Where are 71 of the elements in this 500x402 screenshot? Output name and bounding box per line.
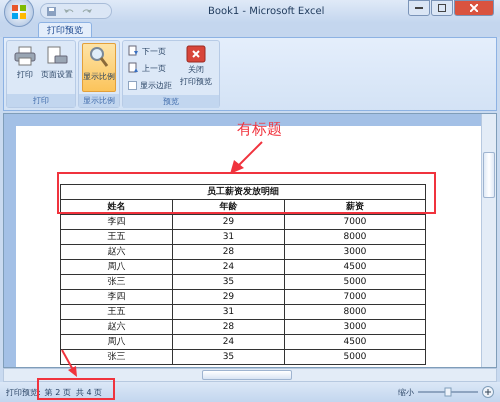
- table-cell: 3000: [284, 244, 426, 260]
- ribbon-button[interactable]: 上一页: [126, 60, 174, 76]
- printer-icon: [14, 46, 36, 66]
- ribbon-tab[interactable]: 打印预览: [38, 22, 92, 37]
- table-cell: 李四: [60, 290, 172, 304]
- table-cell: 5000: [284, 274, 426, 290]
- table-cell: 张三: [60, 274, 172, 290]
- magnifier-icon: [88, 46, 110, 68]
- table-cell: 28: [172, 244, 284, 260]
- table-cell: 8000: [284, 304, 426, 320]
- minimize-icon: [415, 6, 423, 10]
- table-cell: 35: [172, 350, 284, 364]
- plus-icon: [485, 389, 491, 395]
- restore-icon: [438, 4, 446, 12]
- minimize-button[interactable]: [408, 0, 430, 16]
- table-cell: 24: [172, 260, 284, 274]
- table-cell: 31: [172, 230, 284, 244]
- table-cell: 赵六: [60, 244, 172, 260]
- table-title: 员工薪资发放明细: [60, 184, 426, 200]
- column-header: 薪资: [284, 200, 426, 214]
- table-cell: 赵六: [60, 320, 172, 334]
- table-cell: 王五: [60, 304, 172, 320]
- group-label: 显示比例: [79, 94, 119, 107]
- page-setup-icon: [46, 46, 68, 66]
- table-cell: 24: [172, 334, 284, 350]
- close-button[interactable]: [454, 0, 494, 16]
- annotation-label: 有标题: [237, 120, 282, 139]
- slider-thumb[interactable]: [444, 388, 452, 396]
- window-title: Book1 - Microsoft Excel: [208, 6, 324, 16]
- close-preview-button[interactable]: 关闭 打印预览: [176, 43, 216, 93]
- redo-icon[interactable]: [82, 7, 92, 15]
- zoom-out-button[interactable]: 缩小: [398, 386, 414, 398]
- table-cell: 8000: [284, 230, 426, 244]
- office-logo-icon: [11, 4, 27, 20]
- close-icon: [470, 4, 478, 12]
- ribbon-button[interactable]: 下一页: [126, 43, 174, 59]
- close-icon: [186, 45, 206, 63]
- table-cell: 28: [172, 320, 284, 334]
- table-cell: 7000: [284, 290, 426, 304]
- ribbon-button[interactable]: 显示比例: [82, 43, 116, 92]
- column-header: 年龄: [172, 200, 284, 214]
- table-cell: 5000: [284, 350, 426, 364]
- table-cell: 4500: [284, 334, 426, 350]
- table-cell: 35: [172, 274, 284, 290]
- restore-button[interactable]: [431, 0, 453, 16]
- zoom-slider[interactable]: [418, 387, 478, 397]
- table-cell: 王五: [60, 230, 172, 244]
- table-cell: 29: [172, 290, 284, 304]
- table-cell: 29: [172, 214, 284, 230]
- table-cell: 31: [172, 304, 284, 320]
- vertical-scrollbar[interactable]: [481, 114, 496, 367]
- zoom-in-button[interactable]: [482, 386, 494, 398]
- table-cell: 李四: [60, 214, 172, 230]
- page-count: 第 2 页 共 4 页: [44, 386, 102, 398]
- group-label: 预览: [123, 95, 219, 108]
- ribbon-button[interactable]: 打印: [10, 43, 40, 92]
- horizontal-scrollbar[interactable]: [3, 368, 497, 382]
- table-cell: 周八: [60, 260, 172, 274]
- table-cell: 张三: [60, 350, 172, 364]
- table-cell: 周八: [60, 334, 172, 350]
- table-cell: 4500: [284, 260, 426, 274]
- annotation-arrow: [60, 348, 80, 378]
- save-icon[interactable]: [47, 6, 56, 16]
- table-cell: 7000: [284, 214, 426, 230]
- ribbon-button[interactable]: 页面设置: [42, 43, 72, 92]
- office-button[interactable]: [4, 0, 34, 27]
- column-header: 姓名: [60, 200, 172, 214]
- undo-icon[interactable]: [64, 7, 74, 15]
- group-label: 打印: [7, 94, 75, 107]
- margins-checkbox[interactable]: 显示边距: [126, 77, 174, 93]
- table-cell: 3000: [284, 320, 426, 334]
